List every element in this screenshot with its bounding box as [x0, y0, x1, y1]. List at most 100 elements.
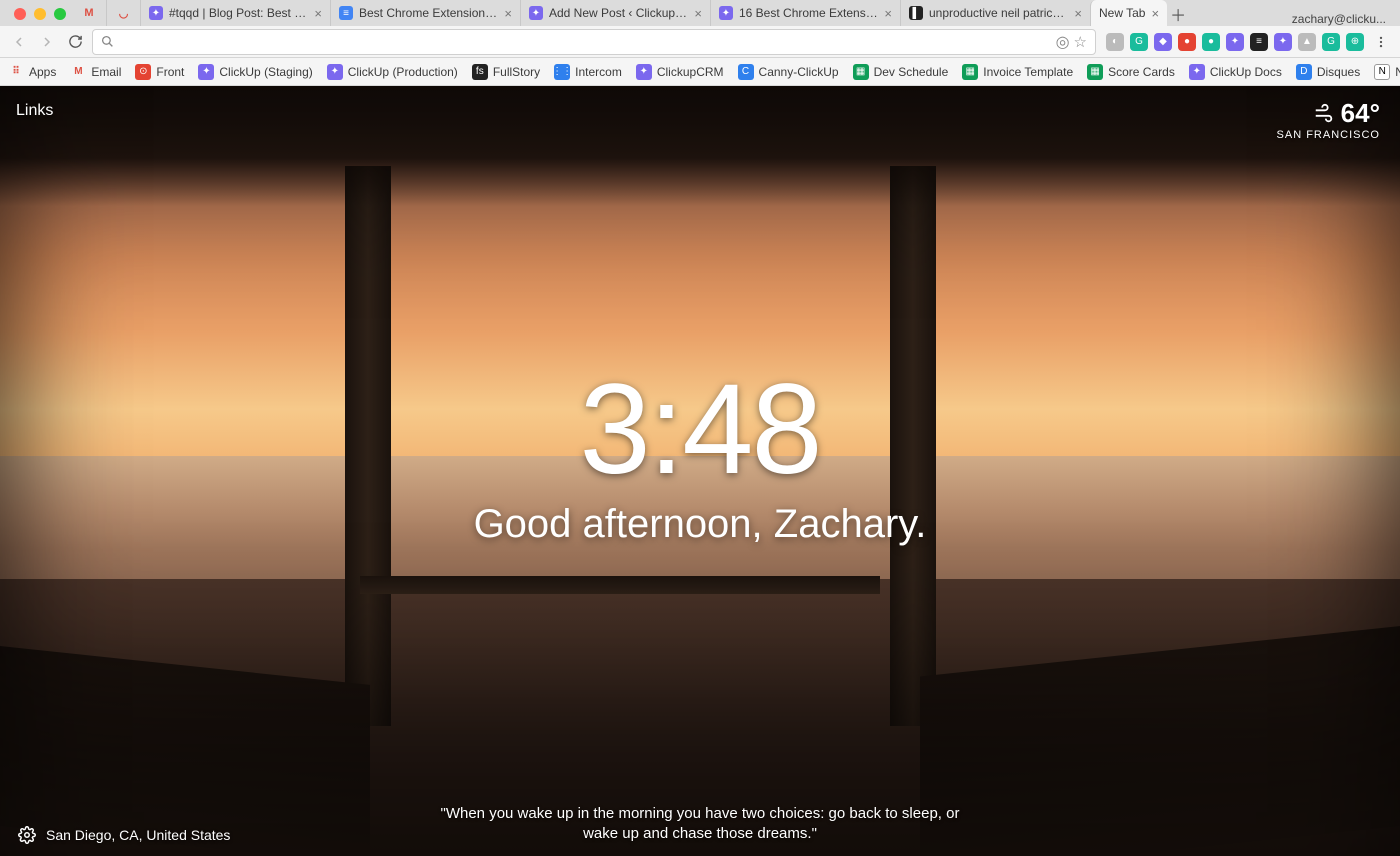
target-icon[interactable]: ◎ [1056, 32, 1070, 52]
bookmark-label: Notion [1395, 65, 1400, 79]
bookmark-label: Disques [1317, 65, 1360, 79]
search-icon [101, 35, 114, 48]
pinned-tab[interactable]: ◡ [106, 0, 140, 26]
tab-favicon: ≡ [339, 6, 353, 20]
extension-icon[interactable]: ● [1178, 33, 1196, 51]
bookmark-favicon: D [1296, 64, 1312, 80]
close-window-icon[interactable] [14, 8, 26, 20]
tab-title: New Tab [1099, 6, 1145, 20]
tab-close-icon[interactable]: × [1151, 6, 1159, 21]
clock: 3:48 [579, 366, 820, 494]
extension-icon[interactable]: G [1322, 33, 1340, 51]
extension-icon[interactable]: ✦ [1226, 33, 1244, 51]
bookmark-favicon: ▦ [962, 64, 978, 80]
bookmark-item[interactable]: ▦ Score Cards [1087, 64, 1175, 80]
bookmark-item[interactable]: ▦ Dev Schedule [853, 64, 949, 80]
bookmark-item[interactable]: ✦ ClickUp (Production) [327, 64, 458, 80]
gear-icon [18, 826, 36, 844]
extensions-row: ◐ G ◆ ● ● ✦ ≡ ✦ ▲ G ⊕ [1102, 33, 1364, 51]
browser-tab[interactable]: ≡ Best Chrome Extensions for P × [330, 0, 520, 26]
bookmark-label: Invoice Template [983, 65, 1073, 79]
bookmark-item[interactable]: fs FullStory [472, 64, 540, 80]
extension-icon[interactable]: G [1130, 33, 1148, 51]
bookmark-item[interactable]: C Canny-ClickUp [738, 64, 839, 80]
extension-icon[interactable]: ◐ [1106, 33, 1124, 51]
toolbar: ◎ ☆ ◐ G ◆ ● ● ✦ ≡ ✦ ▲ G ⊕ [0, 26, 1400, 58]
forward-button[interactable] [36, 31, 58, 53]
extension-icon[interactable]: ≡ [1250, 33, 1268, 51]
tab-title: unproductive neil patrick harri [929, 6, 1068, 20]
pinned-tab[interactable]: M [72, 0, 106, 26]
bookmark-item[interactable]: ⠿Apps [8, 64, 56, 80]
tab-title: Best Chrome Extensions for P [359, 6, 498, 20]
bookmark-item[interactable]: M Email [70, 64, 121, 80]
browser-tab[interactable]: New Tab × [1090, 0, 1167, 26]
browser-tab[interactable]: ✦ Add New Post ‹ Clickup Blog – × [520, 0, 710, 26]
bookmark-label: Dev Schedule [874, 65, 949, 79]
browser-tab[interactable]: ✦16 Best Chrome Extensions fo× [710, 0, 900, 26]
address-bar[interactable]: ◎ ☆ [92, 29, 1096, 55]
tab-close-icon[interactable]: × [504, 6, 512, 21]
bookmark-label: Score Cards [1108, 65, 1175, 79]
tab-close-icon[interactable]: × [884, 6, 892, 21]
bookmark-favicon: M [70, 64, 86, 80]
bookmark-favicon: ⠿ [8, 64, 24, 80]
browser-chrome: M◡ ✦#tqqd | Blog Post: Best Chrom×≡Best … [0, 0, 1400, 86]
bookmark-label: ClickUp (Production) [348, 65, 458, 79]
new-tab-button[interactable]: ＋ [1167, 2, 1189, 26]
profile-label[interactable]: zachary@clicku... [1284, 12, 1394, 26]
window-controls[interactable] [8, 8, 72, 26]
bookmark-item[interactable]: D Disques [1296, 64, 1360, 80]
back-button[interactable] [8, 31, 30, 53]
tab-favicon: ✦ [529, 6, 543, 20]
tab-favicon: ✦ [719, 6, 733, 20]
photo-location[interactable]: San Diego, CA, United States [46, 827, 230, 843]
browser-tab[interactable]: ✦#tqqd | Blog Post: Best Chrom× [140, 0, 330, 26]
bookmark-favicon: ⊙ [135, 64, 151, 80]
extension-icon[interactable]: ✦ [1274, 33, 1292, 51]
bookmark-favicon: ✦ [1189, 64, 1205, 80]
bookmark-favicon: ✦ [636, 64, 652, 80]
extension-icon[interactable]: ● [1202, 33, 1220, 51]
extension-icon[interactable]: ◆ [1154, 33, 1172, 51]
bookmark-item[interactable]: ✦ ClickUp Docs [1189, 64, 1282, 80]
bookmark-favicon: ▦ [853, 64, 869, 80]
tab-close-icon[interactable]: × [1074, 6, 1082, 21]
bookmark-label: FullStory [493, 65, 540, 79]
tab-bar: M◡ ✦#tqqd | Blog Post: Best Chrom×≡Best … [0, 0, 1400, 26]
bookmark-favicon: N [1374, 64, 1390, 80]
tab-title: Add New Post ‹ Clickup Blog – [549, 6, 688, 20]
quote[interactable]: "When you wake up in the morning you hav… [440, 804, 960, 845]
bookmark-item[interactable]: ✦ClickupCRM [636, 64, 724, 80]
tab-close-icon[interactable]: × [314, 6, 322, 21]
extension-icon[interactable]: ▲ [1298, 33, 1316, 51]
bookmark-label: Canny-ClickUp [759, 65, 839, 79]
bookmark-item[interactable]: ⋮⋮ Intercom [554, 64, 622, 80]
new-tab-content: Links 64° SAN FRANCISCO 3:48 Good aftern… [0, 86, 1400, 856]
tab-title: #tqqd | Blog Post: Best Chrom [169, 6, 308, 20]
bookmark-label: Intercom [575, 65, 622, 79]
maximize-window-icon[interactable] [54, 8, 66, 20]
star-icon[interactable]: ☆ [1074, 33, 1087, 51]
extension-icon[interactable]: ⊕ [1346, 33, 1364, 51]
bookmark-item[interactable]: N Notion [1374, 64, 1400, 80]
bookmark-favicon: fs [472, 64, 488, 80]
chrome-menu-button[interactable] [1370, 31, 1392, 53]
bookmark-item[interactable]: ⊙Front [135, 64, 184, 80]
reload-button[interactable] [64, 31, 86, 53]
bookmark-label: Email [91, 65, 121, 79]
bookmark-favicon: C [738, 64, 754, 80]
bookmark-label: ClickUp (Staging) [219, 65, 312, 79]
settings-button[interactable] [18, 826, 36, 844]
pinned-tabs: M◡ [72, 0, 140, 26]
bookmark-label: ClickUp Docs [1210, 65, 1282, 79]
bookmark-favicon: ✦ [327, 64, 343, 80]
bookmark-favicon: ⋮⋮ [554, 64, 570, 80]
bookmark-item[interactable]: ▦ Invoice Template [962, 64, 1073, 80]
bookmark-item[interactable]: ✦ClickUp (Staging) [198, 64, 312, 80]
minimize-window-icon[interactable] [34, 8, 46, 20]
pocket-icon: ◡ [116, 5, 132, 21]
bookmark-favicon: ▦ [1087, 64, 1103, 80]
browser-tab[interactable]: ▌unproductive neil patrick harri× [900, 0, 1090, 26]
tab-close-icon[interactable]: × [694, 6, 702, 21]
